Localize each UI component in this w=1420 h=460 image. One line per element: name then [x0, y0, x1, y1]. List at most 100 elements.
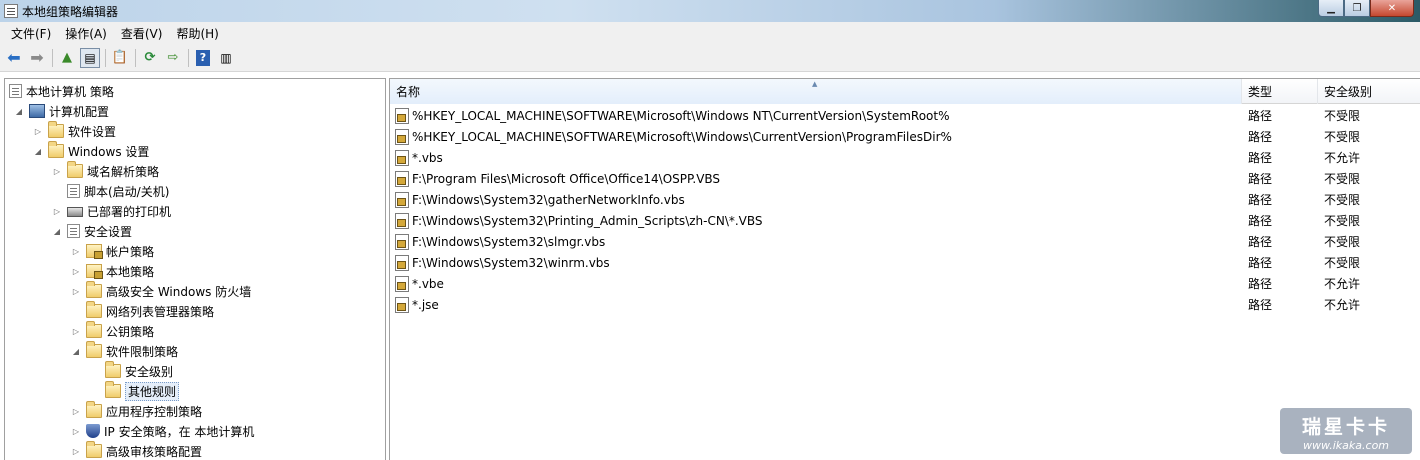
table-row[interactable]: F:\Windows\System32\winrm.vbs 路径 不受限 [390, 252, 1420, 273]
help-icon: ? [196, 49, 210, 66]
script-doc-icon [67, 184, 80, 198]
tree-node-label: 安全级别 [125, 364, 174, 379]
minimize-button[interactable]: ▁ [1318, 0, 1344, 17]
properties-button[interactable]: 📋 [110, 48, 130, 68]
collapsed-triangle-icon[interactable]: ▷ [70, 327, 82, 336]
tree-node[interactable]: ◢ Windows 设置 [32, 141, 149, 161]
rule-type: 路径 [1248, 193, 1273, 207]
tree-node[interactable]: ◢ 软件限制策略 [70, 341, 178, 361]
rule-type: 路径 [1248, 109, 1273, 123]
help-button[interactable]: ? [193, 48, 213, 68]
table-row[interactable]: *.jse 路径 不允许 [390, 294, 1420, 315]
tree-node[interactable]: ▷ 公钥策略 [70, 321, 154, 341]
rule-name: *.vbs [412, 150, 443, 165]
rule-name: F:\Windows\System32\Printing_Admin_Scrip… [412, 213, 763, 228]
toolbar-separator [135, 48, 136, 67]
tree-node-label: 高级审核策略配置 [106, 444, 203, 459]
up-level-button[interactable]: ▲ [57, 48, 77, 68]
tree-node[interactable]: 网络列表管理器策略 [70, 301, 214, 321]
folder-icon [86, 301, 102, 318]
console-tree[interactable]: 本地计算机 策略 ◢ 计算机配置 ▷ 软件设置 ◢ Windows 设置 ▷ 域… [4, 78, 386, 460]
table-row[interactable]: F:\Windows\System32\slmgr.vbs 路径 不受限 [390, 231, 1420, 252]
path-rule-icon [395, 149, 409, 166]
menu-action[interactable]: 操作(A) [58, 25, 114, 42]
table-row[interactable]: *.vbe 路径 不允许 [390, 273, 1420, 294]
collapsed-triangle-icon[interactable]: ▷ [70, 447, 82, 456]
tree-node-selected[interactable]: 其他规则 [89, 381, 180, 401]
collapsed-triangle-icon[interactable]: ▷ [70, 407, 82, 416]
collapsed-triangle-icon[interactable]: ▷ [70, 287, 82, 296]
tree-node[interactable]: ▷ 帐户策略 [70, 241, 154, 261]
show-hide-action-pane-button[interactable]: ▥ [216, 48, 236, 68]
rule-type: 路径 [1248, 256, 1273, 270]
menu-view[interactable]: 查看(V) [114, 25, 170, 42]
column-header-type[interactable]: 类型 [1242, 79, 1318, 104]
tree-node[interactable]: ▷ 域名解析策略 [51, 161, 159, 181]
restore-icon: ❐ [1352, 2, 1362, 14]
expanded-triangle-icon[interactable]: ◢ [70, 347, 82, 356]
forward-button[interactable]: ➡ [27, 48, 47, 68]
export-list-icon: ⇨ [167, 50, 179, 65]
collapsed-triangle-icon[interactable]: ▷ [32, 127, 44, 136]
expanded-triangle-icon[interactable]: ◢ [13, 107, 25, 116]
table-row[interactable]: F:\Program Files\Microsoft Office\Office… [390, 168, 1420, 189]
collapsed-triangle-icon[interactable]: ▷ [51, 207, 63, 216]
column-label: 类型 [1248, 85, 1273, 99]
rule-security-level: 不受限 [1324, 109, 1361, 123]
menu-file[interactable]: 文件(F) [4, 25, 58, 42]
show-hide-tree-button[interactable]: ▤ [80, 47, 100, 68]
rule-name: *.vbe [412, 276, 444, 291]
expanded-triangle-icon[interactable]: ◢ [32, 147, 44, 156]
table-row[interactable]: F:\Windows\System32\gatherNetworkInfo.vb… [390, 189, 1420, 210]
tree-node[interactable]: ▷ 应用程序控制策略 [70, 401, 202, 421]
tree-node-label: IP 安全策略，在 本地计算机 [104, 424, 255, 439]
rule-security-level: 不允许 [1324, 151, 1361, 165]
table-row[interactable]: %HKEY_LOCAL_MACHINE\SOFTWARE\Microsoft\W… [390, 105, 1420, 126]
table-row[interactable]: %HKEY_LOCAL_MACHINE\SOFTWARE\Microsoft\W… [390, 126, 1420, 147]
tree-node[interactable]: 本地计算机 策略 [9, 81, 114, 101]
menu-help[interactable]: 帮助(H) [169, 25, 225, 42]
rule-type: 路径 [1248, 172, 1273, 186]
tree-node-label: 帐户策略 [106, 244, 155, 259]
rule-security-level: 不受限 [1324, 130, 1361, 144]
table-row[interactable]: F:\Windows\System32\Printing_Admin_Scrip… [390, 210, 1420, 231]
rule-security-level: 不受限 [1324, 235, 1361, 249]
back-arrow-icon: ⬅ [7, 48, 21, 67]
collapsed-triangle-icon[interactable]: ▷ [70, 247, 82, 256]
column-header-security-level[interactable]: 安全级别 [1318, 79, 1420, 104]
rule-type: 路径 [1248, 277, 1273, 291]
rule-security-level: 不允许 [1324, 298, 1361, 312]
tree-node[interactable]: ◢ 安全设置 [51, 221, 132, 241]
ip-security-shield-icon [86, 424, 100, 438]
collapsed-triangle-icon[interactable]: ▷ [70, 427, 82, 436]
back-button[interactable]: ⬅ [4, 48, 24, 68]
tree-node[interactable]: 脚本(启动/关机) [51, 181, 169, 201]
tree-node[interactable]: ▷ 软件设置 [32, 121, 116, 141]
path-rule-icon [395, 212, 409, 229]
tree-node[interactable]: 安全级别 [89, 361, 173, 381]
export-list-button[interactable]: ⇨ [163, 48, 183, 68]
tree-node[interactable]: ◢ 计算机配置 [13, 101, 109, 121]
column-header-name[interactable]: 名称 ▲ [390, 79, 1242, 104]
path-rule-icon [395, 275, 409, 292]
tree-node[interactable]: ▷ IP 安全策略，在 本地计算机 [70, 421, 254, 441]
close-button[interactable]: ✕ [1370, 0, 1414, 17]
rule-type: 路径 [1248, 214, 1273, 228]
tree-node[interactable]: ▷ 本地策略 [70, 261, 154, 281]
path-rule-icon [395, 254, 409, 271]
expanded-triangle-icon[interactable]: ◢ [51, 227, 63, 236]
path-rule-icon [395, 296, 409, 313]
rule-type: 路径 [1248, 235, 1273, 249]
refresh-button[interactable]: ⟳ [140, 48, 160, 68]
tree-node[interactable]: ▷ 高级安全 Windows 防火墙 [70, 281, 251, 301]
restore-button[interactable]: ❐ [1344, 0, 1370, 17]
collapsed-triangle-icon[interactable]: ▷ [51, 167, 63, 176]
column-label: 安全级别 [1324, 85, 1373, 99]
tree-node[interactable]: ▷ 高级审核策略配置 [70, 441, 202, 460]
tree-node-label: 网络列表管理器策略 [106, 304, 215, 319]
table-row[interactable]: *.vbs 路径 不允许 [390, 147, 1420, 168]
rules-list-view[interactable]: 名称 ▲ 类型 安全级别 %HKEY_LOCAL_MACHINE\SOFTWAR… [389, 78, 1420, 460]
tree-node[interactable]: ▷ 已部署的打印机 [51, 201, 171, 221]
refresh-icon: ⟳ [144, 50, 156, 65]
collapsed-triangle-icon[interactable]: ▷ [70, 267, 82, 276]
